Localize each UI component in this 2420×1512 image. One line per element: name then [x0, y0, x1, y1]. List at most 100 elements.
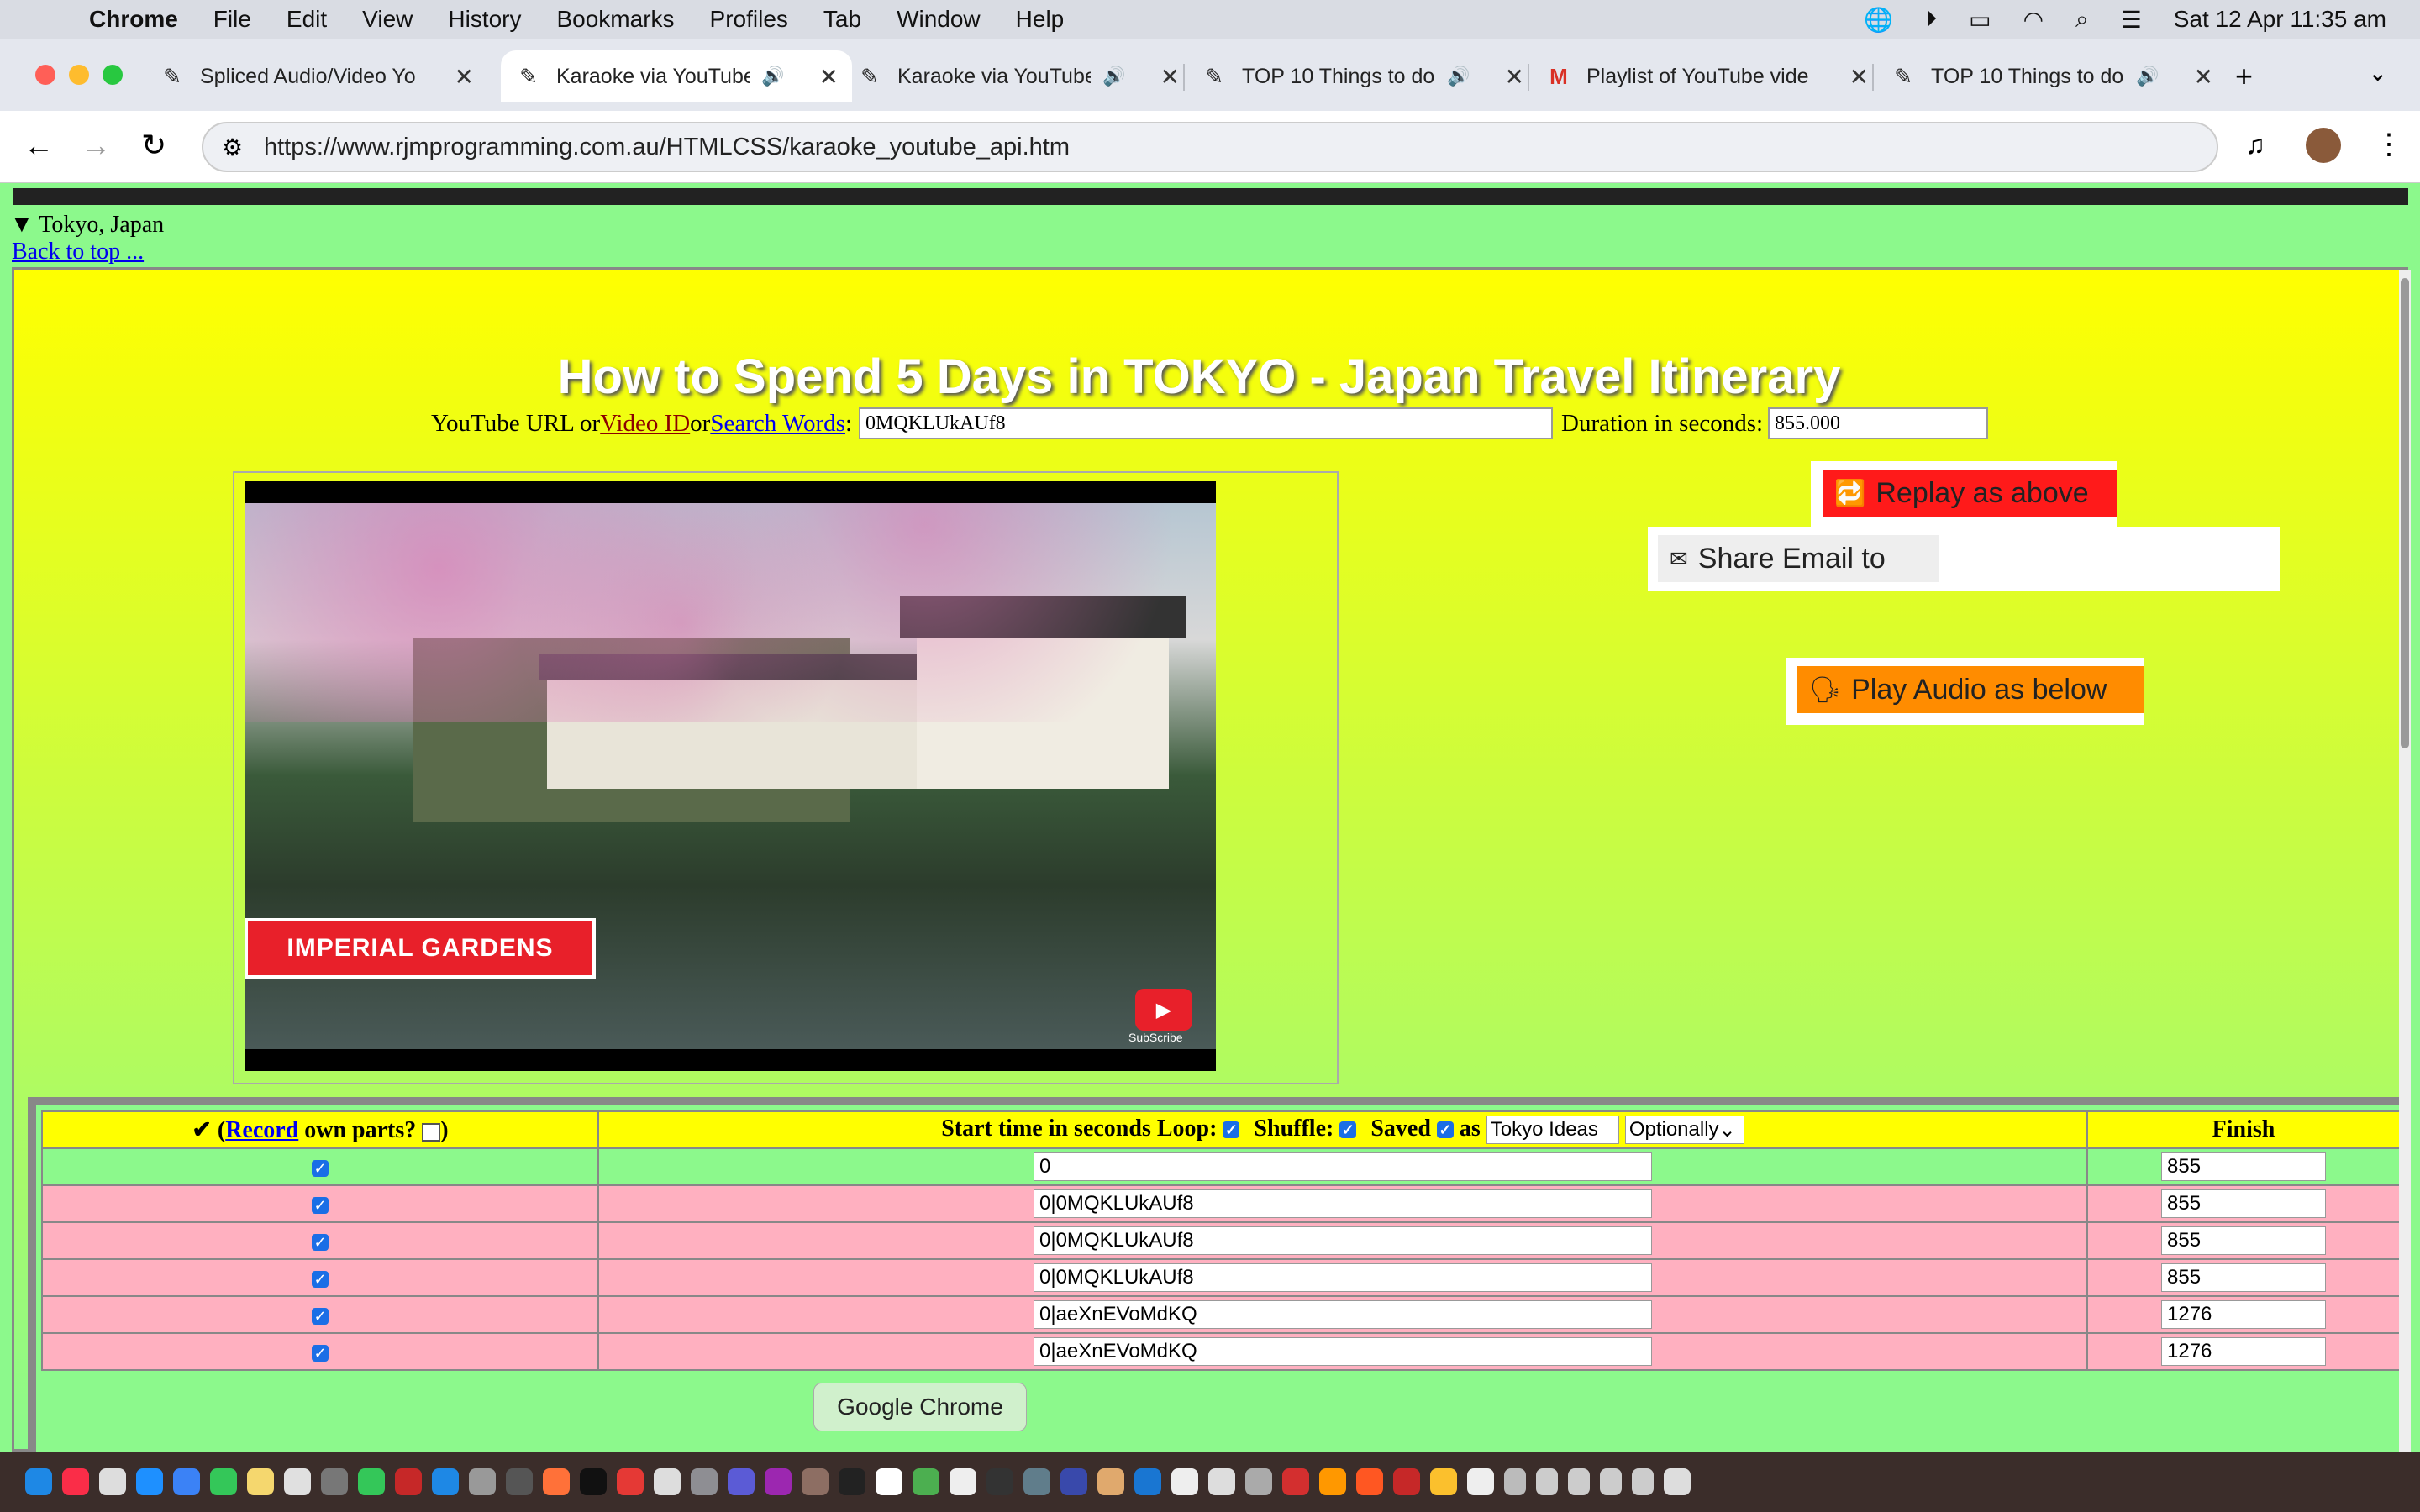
back-arrow-icon[interactable]: ← — [24, 128, 54, 163]
forward-arrow-icon[interactable]: → — [81, 128, 111, 163]
play-circle-icon[interactable]: ⏵ — [1925, 6, 1937, 34]
optionally-select[interactable]: Optionally ⌄ — [1624, 1116, 1744, 1145]
address-url[interactable]: https://www.rjmprogramming.com.au/HTMLCS… — [264, 134, 1070, 161]
duration-input[interactable]: 855.000 — [1768, 407, 1989, 439]
close-icon[interactable]: ✕ — [1505, 63, 1538, 91]
app-icon[interactable] — [986, 1468, 1013, 1495]
youtube-play-icon[interactable]: ▶ — [1135, 989, 1192, 1031]
shuffle-checkbox[interactable]: ✓ — [1339, 1121, 1357, 1139]
zoom-window-button[interactable] — [103, 65, 123, 85]
row-checkbox[interactable]: ✓ — [312, 1159, 329, 1177]
minimized-window-icon[interactable] — [1600, 1468, 1622, 1495]
app-icon[interactable] — [654, 1468, 681, 1495]
minimized-window-icon[interactable] — [1504, 1468, 1526, 1495]
minimized-window-icon[interactable] — [1536, 1468, 1558, 1495]
terminal-icon[interactable] — [839, 1468, 865, 1495]
photos-icon[interactable] — [284, 1468, 311, 1495]
kebab-menu-icon[interactable]: ⋮ — [2375, 128, 2403, 161]
menu-window[interactable]: Window — [897, 6, 981, 33]
books-icon[interactable] — [1319, 1468, 1346, 1495]
saved-checkbox[interactable]: ✓ — [1436, 1121, 1454, 1139]
app-icon[interactable] — [99, 1468, 126, 1495]
start-time-input[interactable]: 0|aeXnEVoMdKQ — [1034, 1300, 1652, 1329]
loop-checkbox[interactable]: ✓ — [1223, 1121, 1240, 1139]
firefox-icon[interactable] — [543, 1468, 570, 1495]
address-bar[interactable]: ⚙ https://www.rjmprogramming.com.au/HTML… — [202, 122, 2218, 172]
news-icon[interactable] — [617, 1468, 644, 1495]
tab-spliced-audio[interactable]: ✎ Spliced Audio/Video Yo ✕ — [160, 50, 487, 102]
minimized-window-icon[interactable] — [1632, 1468, 1654, 1495]
app-icon[interactable] — [506, 1468, 533, 1495]
scrollbar-thumb[interactable] — [2401, 278, 2409, 748]
menu-view[interactable]: View — [362, 6, 413, 33]
start-time-input[interactable]: 0|aeXnEVoMdKQ — [1034, 1337, 1652, 1366]
app-icon[interactable] — [691, 1468, 718, 1495]
battery-icon[interactable]: ▭ — [1969, 6, 1991, 34]
tab-top10-2[interactable]: ✎ TOP 10 Things to do 🔊 ✕ — [1891, 50, 2227, 102]
saved-name-input[interactable]: Tokyo Ideas — [1486, 1116, 1619, 1145]
site-settings-icon[interactable]: ⚙ — [222, 134, 243, 161]
video-id-link[interactable]: Video ID — [600, 410, 690, 438]
profile-avatar[interactable] — [2306, 128, 2341, 163]
start-time-input[interactable]: 0 — [1034, 1152, 1652, 1181]
menu-app-name[interactable]: Chrome — [89, 6, 178, 33]
replay-button[interactable]: 🔁 Replay as above — [1823, 470, 2117, 517]
tab-top10-1[interactable]: ✎ TOP 10 Things to do 🔊 ✕ — [1202, 50, 1538, 102]
finish-input[interactable]: 855 — [2161, 1152, 2326, 1181]
speaker-icon[interactable]: 🔊 — [761, 66, 784, 87]
finish-input[interactable]: 855 — [2161, 1263, 2326, 1292]
app-icon[interactable] — [1356, 1468, 1383, 1495]
menu-history[interactable]: History — [448, 6, 521, 33]
opera-icon[interactable] — [1282, 1468, 1309, 1495]
finish-input[interactable]: 1276 — [2161, 1337, 2326, 1366]
details-summary[interactable]: ▼ Tokyo, Japan — [10, 212, 164, 239]
reload-icon[interactable]: ↻ — [141, 128, 166, 163]
speaker-icon[interactable]: 🔊 — [1447, 66, 1470, 87]
record-link[interactable]: Record — [225, 1117, 298, 1143]
chrome-icon[interactable] — [913, 1468, 939, 1495]
start-time-input[interactable]: 0|0MQKLUkAUf8 — [1034, 1226, 1652, 1255]
trash-icon[interactable] — [1664, 1468, 1691, 1495]
notes-icon[interactable] — [247, 1468, 274, 1495]
app-icon[interactable] — [802, 1468, 829, 1495]
app-icon[interactable] — [1060, 1468, 1087, 1495]
minimize-window-button[interactable] — [69, 65, 89, 85]
wifi-icon[interactable]: ◠ — [2023, 6, 2044, 34]
document-icon[interactable] — [1467, 1468, 1494, 1495]
system-settings-icon[interactable] — [469, 1468, 496, 1495]
menu-edit[interactable]: Edit — [287, 6, 327, 33]
play-audio-button[interactable]: 🗣 Play Audio as below — [1797, 666, 2144, 713]
row-checkbox[interactable]: ✓ — [312, 1307, 329, 1325]
close-icon[interactable]: ✕ — [1849, 63, 1882, 91]
app-icon[interactable] — [1097, 1468, 1124, 1495]
calendar-icon[interactable] — [876, 1468, 902, 1495]
facetime-icon[interactable] — [358, 1468, 385, 1495]
filezilla-icon[interactable] — [395, 1468, 422, 1495]
start-time-input[interactable]: 0|0MQKLUkAUf8 — [1034, 1189, 1652, 1218]
app-store-icon[interactable] — [432, 1468, 459, 1495]
app-icon[interactable] — [1208, 1468, 1235, 1495]
share-email-button[interactable]: ✉ Share Email to — [1658, 535, 1939, 582]
media-controls-icon[interactable]: ♫ — [2245, 129, 2265, 160]
apple-tv-icon[interactable] — [580, 1468, 607, 1495]
spotlight-search-icon[interactable]: ⌕ — [2075, 6, 2089, 34]
close-icon[interactable]: ✕ — [819, 63, 852, 91]
app-icon[interactable] — [1171, 1468, 1198, 1495]
app-icon[interactable] — [1023, 1468, 1050, 1495]
tab-gmail-playlist[interactable]: M Playlist of YouTube vide ✕ — [1546, 50, 1882, 102]
finish-input[interactable]: 855 — [2161, 1189, 2326, 1218]
tab-search-chevron-icon[interactable]: ⌄ — [2368, 59, 2387, 87]
close-window-button[interactable] — [35, 65, 55, 85]
back-to-top-link[interactable]: Back to top ... — [12, 239, 144, 265]
speaker-icon[interactable]: 🔊 — [2136, 66, 2159, 87]
tab-karaoke-2[interactable]: ✎ Karaoke via YouTube 🔊 ✕ — [857, 50, 1193, 102]
globe-icon[interactable]: 🌐 — [1864, 6, 1893, 34]
music-icon[interactable] — [62, 1468, 89, 1495]
menu-tab[interactable]: Tab — [823, 6, 861, 33]
bbedit-icon[interactable] — [728, 1468, 755, 1495]
finder-icon[interactable] — [25, 1468, 52, 1495]
menu-help[interactable]: Help — [1016, 6, 1065, 33]
finish-input[interactable]: 1276 — [2161, 1300, 2326, 1329]
row-checkbox[interactable]: ✓ — [312, 1196, 329, 1214]
new-tab-plus-icon[interactable]: + — [2235, 59, 2253, 94]
